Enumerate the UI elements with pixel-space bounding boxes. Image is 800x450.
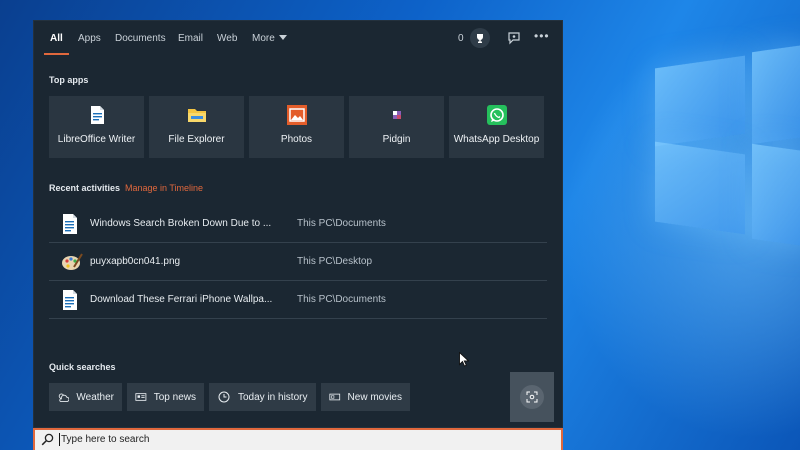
quick-search-label: New movies xyxy=(347,391,402,403)
app-label: WhatsApp Desktop xyxy=(453,134,540,145)
tab-web[interactable]: Web xyxy=(217,33,237,44)
document-icon xyxy=(61,214,79,234)
tab-more-label: More xyxy=(252,33,275,44)
app-label: Photos xyxy=(280,134,313,145)
activity-path: This PC\Desktop xyxy=(297,256,373,267)
trophy-icon[interactable] xyxy=(470,28,490,48)
pidgin-icon xyxy=(387,105,407,125)
quick-search-top-news[interactable]: Top news xyxy=(127,383,204,411)
recent-activity-row[interactable]: Windows Search Broken Down Due to ... Th… xyxy=(49,205,547,243)
more-options-icon[interactable]: ••• xyxy=(534,29,550,43)
quick-search-today-in-history[interactable]: Today in history xyxy=(209,383,316,411)
weather-icon xyxy=(58,393,70,402)
top-apps-title: Top apps xyxy=(49,75,89,85)
taskbar-search-box[interactable]: Type here to search xyxy=(33,428,563,450)
search-tabs: All Apps Documents Email Web More 0 ••• xyxy=(34,21,562,57)
tab-email[interactable]: Email xyxy=(178,33,203,44)
quick-searches-title: Quick searches xyxy=(49,362,116,372)
paint-palette-icon xyxy=(61,252,83,272)
app-tile-libreoffice-writer[interactable]: LibreOffice Writer xyxy=(49,96,144,158)
movie-icon xyxy=(329,393,341,401)
activity-name: Windows Search Broken Down Due to ... xyxy=(90,218,272,229)
chevron-down-icon xyxy=(278,35,287,40)
photos-icon xyxy=(287,105,307,125)
visual-search-button[interactable] xyxy=(510,372,554,422)
search-icon xyxy=(41,433,54,446)
camera-search-icon xyxy=(520,385,544,409)
windows-logo-pane xyxy=(655,55,745,147)
activity-path: This PC\Documents xyxy=(297,294,386,305)
windows-logo-pane xyxy=(655,141,745,235)
quick-search-new-movies[interactable]: New movies xyxy=(321,383,410,411)
tab-apps[interactable]: Apps xyxy=(78,33,101,44)
quick-search-label: Weather xyxy=(76,391,114,403)
activity-name: puyxapb0cn041.png xyxy=(90,256,181,267)
activity-path: This PC\Documents xyxy=(297,218,386,229)
app-tile-file-explorer[interactable]: File Explorer xyxy=(149,96,244,158)
app-tile-pidgin[interactable]: Pidgin xyxy=(349,96,444,158)
libreoffice-writer-icon xyxy=(87,105,107,125)
manage-in-timeline-link[interactable]: Manage in Timeline xyxy=(125,183,203,193)
recent-activities-title: Recent activities xyxy=(49,183,121,193)
clock-icon xyxy=(218,391,230,403)
mouse-cursor-icon xyxy=(459,352,469,367)
active-tab-indicator xyxy=(44,53,69,55)
search-input-placeholder: Type here to search xyxy=(61,434,150,445)
folder-icon xyxy=(187,105,207,125)
app-label: Pidgin xyxy=(382,134,411,145)
windows-logo-pane xyxy=(752,43,800,145)
app-tile-whatsapp-desktop[interactable]: WhatsApp Desktop xyxy=(449,96,544,158)
document-icon xyxy=(61,290,79,310)
app-label: File Explorer xyxy=(168,134,225,145)
windows-logo-pane xyxy=(752,143,800,248)
text-caret xyxy=(59,433,60,446)
activity-name: Download These Ferrari iPhone Wallpa... xyxy=(90,294,273,305)
app-tile-photos[interactable]: Photos xyxy=(249,96,344,158)
quick-search-label: Today in history xyxy=(238,391,308,403)
search-panel: All Apps Documents Email Web More 0 ••• … xyxy=(33,20,563,428)
recent-activity-row[interactable]: puyxapb0cn041.png This PC\Desktop xyxy=(49,243,547,281)
tab-more[interactable]: More xyxy=(252,33,287,44)
recent-activity-row[interactable]: Download These Ferrari iPhone Wallpa... … xyxy=(49,281,547,319)
whatsapp-icon xyxy=(487,105,507,125)
quick-search-label: Top news xyxy=(153,391,196,403)
tab-all[interactable]: All xyxy=(50,33,63,44)
tab-documents[interactable]: Documents xyxy=(115,33,166,44)
news-icon xyxy=(135,393,147,401)
feedback-icon[interactable] xyxy=(506,30,522,46)
quick-search-weather[interactable]: Weather xyxy=(49,383,122,411)
app-label: LibreOffice Writer xyxy=(57,134,136,145)
rewards-count: 0 xyxy=(458,33,464,44)
